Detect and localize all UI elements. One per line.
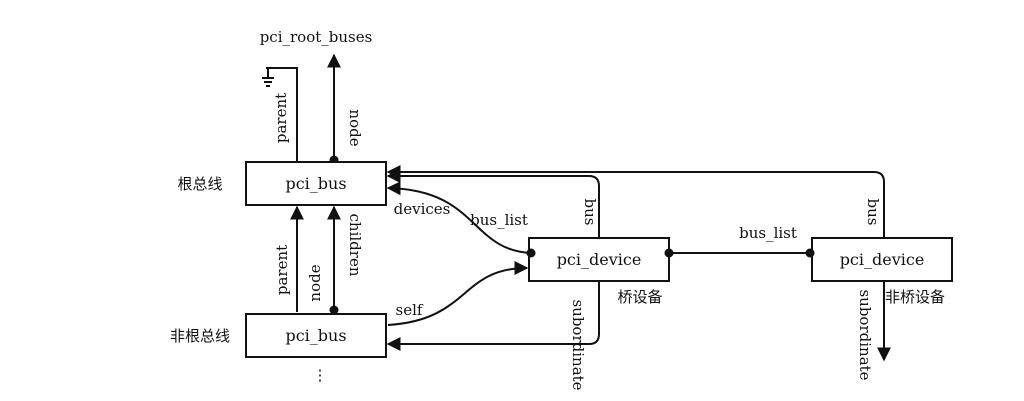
root-pci-bus-label: pci_bus bbox=[285, 174, 346, 193]
bridge-device-tag: 桥设备 bbox=[617, 288, 662, 306]
normal-bus-edge bbox=[386, 165, 885, 238]
child-parent-label: parent bbox=[273, 245, 291, 295]
child-node-label: node bbox=[306, 264, 324, 301]
root-buses-label: pci_root_buses bbox=[260, 28, 373, 46]
diagram-canvas: pci_root_buses parent node pci_bus 根总线 p… bbox=[170, 28, 953, 391]
bridge-pci-device-label: pci_device bbox=[557, 250, 642, 269]
root-node-label: node bbox=[346, 109, 364, 146]
null-ground-icon bbox=[262, 68, 274, 87]
normal-device-tag: 非桥设备 bbox=[885, 288, 945, 306]
normal-bus-label: bus bbox=[864, 199, 882, 226]
bus-list-label-middle: bus_list bbox=[739, 224, 797, 242]
bus-list-dot-right bbox=[805, 248, 815, 258]
child-pci-bus-label: pci_bus bbox=[285, 326, 346, 345]
bridge-subordinate-label: subordinate bbox=[569, 299, 587, 390]
normal-pci-device-label: pci_device bbox=[840, 250, 925, 269]
normal-subordinate-label: subordinate bbox=[856, 289, 874, 380]
bus-list-label-left: bus_list bbox=[470, 211, 528, 229]
root-bus-side-label: 根总线 bbox=[177, 175, 222, 193]
more-buses-ellipsis: ⋮ bbox=[313, 366, 328, 384]
pci-bus-diagram: pci_root_buses parent node pci_bus 根总线 p… bbox=[0, 0, 1024, 401]
bus-list-dot-left bbox=[664, 248, 674, 258]
root-parent-label: parent bbox=[272, 93, 290, 143]
children-label: children bbox=[346, 214, 364, 277]
devices-dot bbox=[526, 248, 536, 258]
bridge-bus-label: bus bbox=[581, 199, 599, 226]
self-label: self bbox=[396, 301, 424, 319]
devices-label: devices bbox=[394, 200, 451, 218]
child-bus-side-label: 非根总线 bbox=[170, 327, 230, 345]
